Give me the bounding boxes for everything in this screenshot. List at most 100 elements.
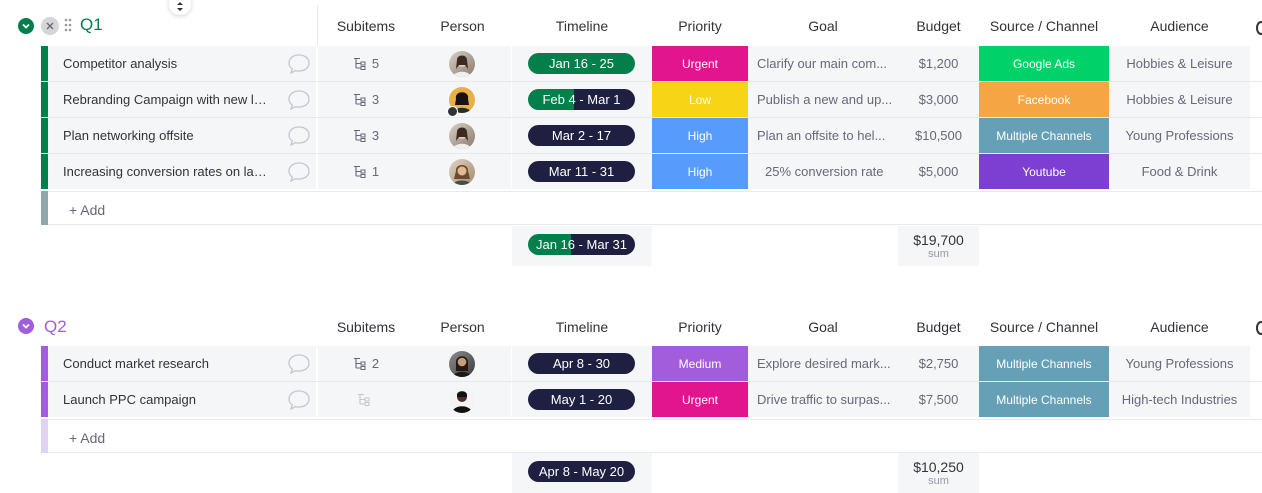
goal-cell[interactable]: Drive traffic to surpas... — [748, 382, 898, 417]
column-header-subitems[interactable]: Subitems — [318, 18, 414, 34]
budget-cell[interactable]: $1,200 — [898, 46, 979, 81]
budget-cell[interactable]: $10,500 — [898, 118, 979, 153]
item-name-cell[interactable]: Conduct market research — [48, 346, 316, 381]
add-item-button[interactable]: + Add — [69, 430, 105, 446]
add-item-row[interactable]: + Add — [41, 191, 1262, 225]
chat-bubble-icon[interactable] — [287, 353, 311, 375]
collapse-group-button[interactable] — [18, 318, 34, 334]
source-label[interactable]: Facebook — [979, 82, 1109, 117]
item-name[interactable]: Plan networking offsite — [63, 128, 270, 143]
chat-bubble-icon[interactable] — [287, 53, 311, 75]
avatar[interactable] — [449, 159, 475, 185]
audience-cell[interactable]: Young Professions — [1109, 346, 1250, 381]
timeline-pill[interactable]: Jan 16 - 25 — [528, 53, 635, 74]
priority-label[interactable]: Urgent — [652, 46, 748, 81]
chat-bubble-icon[interactable] — [287, 161, 311, 183]
table-row[interactable]: Competitor analysis 5 Jan 16 - 25 Urgent… — [41, 46, 1262, 82]
column-header-subitems[interactable]: Subitems — [318, 319, 414, 335]
goal-cell[interactable]: Plan an offsite to hel... — [748, 118, 898, 153]
source-label[interactable]: Multiple Channels — [979, 346, 1109, 381]
timeline-cell[interactable]: Jan 16 - 25 — [512, 46, 652, 81]
person-cell[interactable] — [414, 154, 511, 189]
timeline-cell[interactable]: Mar 2 - 17 — [512, 118, 652, 153]
chat-bubble-icon[interactable] — [287, 125, 311, 147]
collapse-group-button[interactable] — [18, 18, 34, 34]
column-header-priority[interactable]: Priority — [652, 18, 748, 34]
drag-handle-icon[interactable] — [63, 17, 73, 33]
item-name[interactable]: Competitor analysis — [63, 56, 270, 71]
subitems-cell[interactable]: 3 — [318, 118, 414, 153]
subitems-cell[interactable] — [318, 382, 414, 417]
column-header-budget[interactable]: Budget — [898, 18, 979, 34]
table-row[interactable]: Rebranding Campaign with new lo... 3 Feb… — [41, 82, 1262, 118]
person-cell[interactable] — [414, 346, 511, 381]
item-name[interactable]: Conduct market research — [63, 356, 270, 371]
timeline-cell[interactable]: Apr 8 - 30 — [512, 346, 652, 381]
table-row[interactable]: Launch PPC campaign May 1 - 20 Urgent Dr… — [41, 382, 1262, 417]
table-row[interactable]: Increasing conversion rates on lan... 1 … — [41, 154, 1262, 189]
avatar[interactable] — [449, 387, 475, 413]
table-row[interactable]: Plan networking offsite 3 Mar 2 - 17 Hig… — [41, 118, 1262, 154]
item-name-cell[interactable]: Plan networking offsite — [48, 118, 316, 153]
avatar[interactable] — [449, 51, 475, 77]
timeline-pill[interactable]: Feb 4 - Mar 1 — [528, 89, 635, 110]
goal-cell[interactable]: Explore desired mark... — [748, 346, 898, 381]
chat-bubble-icon[interactable] — [287, 389, 311, 411]
person-cell[interactable] — [414, 382, 511, 417]
person-cell[interactable] — [414, 82, 511, 117]
column-header-source[interactable]: Source / Channel — [979, 18, 1109, 34]
budget-cell[interactable]: $2,750 — [898, 346, 979, 381]
subitems-cell[interactable]: 5 — [318, 46, 414, 81]
goal-cell[interactable]: Publish a new and up... — [748, 82, 898, 117]
audience-cell[interactable]: Food & Drink — [1109, 154, 1250, 189]
item-name[interactable]: Launch PPC campaign — [63, 392, 270, 407]
avatar[interactable] — [449, 351, 475, 377]
priority-label[interactable]: Urgent — [652, 382, 748, 417]
collapse-all-button[interactable] — [41, 17, 59, 35]
group-title[interactable]: Q2 — [44, 317, 67, 337]
subitems-cell[interactable]: 3 — [318, 82, 414, 117]
chat-bubble-icon[interactable] — [287, 89, 311, 111]
avatar[interactable] — [449, 123, 475, 149]
priority-label[interactable]: Low — [652, 82, 748, 117]
column-header-budget[interactable]: Budget — [898, 319, 979, 335]
column-header-goal[interactable]: Goal — [748, 18, 898, 34]
person-cell[interactable] — [414, 118, 511, 153]
timeline-cell[interactable]: May 1 - 20 — [512, 382, 652, 417]
timeline-pill[interactable]: Apr 8 - 30 — [528, 353, 635, 374]
audience-cell[interactable]: Hobbies & Leisure — [1109, 46, 1250, 81]
add-item-row[interactable]: + Add — [41, 419, 1262, 453]
timeline-cell[interactable]: Mar 11 - 31 — [512, 154, 652, 189]
item-name-cell[interactable]: Rebranding Campaign with new lo... — [48, 82, 316, 117]
item-name-cell[interactable]: Increasing conversion rates on lan... — [48, 154, 316, 189]
add-column-icon[interactable] — [1256, 321, 1262, 335]
source-label[interactable]: Multiple Channels — [979, 382, 1109, 417]
column-header-audience[interactable]: Audience — [1109, 319, 1250, 335]
audience-cell[interactable]: High-tech Industries — [1109, 382, 1250, 417]
audience-cell[interactable]: Hobbies & Leisure — [1109, 82, 1250, 117]
item-name-cell[interactable]: Competitor analysis — [48, 46, 316, 81]
person-cell[interactable] — [414, 46, 511, 81]
column-header-timeline[interactable]: Timeline — [512, 18, 652, 34]
column-header-person[interactable]: Person — [414, 18, 511, 34]
add-column-icon[interactable] — [1256, 21, 1262, 35]
budget-cell[interactable]: $3,000 — [898, 82, 979, 117]
goal-cell[interactable]: 25% conversion rate — [748, 154, 898, 189]
column-header-goal[interactable]: Goal — [748, 319, 898, 335]
source-label[interactable]: Multiple Channels — [979, 118, 1109, 153]
item-name[interactable]: Increasing conversion rates on lan... — [63, 164, 270, 179]
column-header-timeline[interactable]: Timeline — [512, 319, 652, 335]
timeline-pill[interactable]: May 1 - 20 — [528, 389, 635, 410]
timeline-cell[interactable]: Feb 4 - Mar 1 — [512, 82, 652, 117]
column-header-priority[interactable]: Priority — [652, 319, 748, 335]
priority-label[interactable]: High — [652, 154, 748, 189]
budget-cell[interactable]: $7,500 — [898, 382, 979, 417]
column-header-source[interactable]: Source / Channel — [979, 319, 1109, 335]
budget-cell[interactable]: $5,000 — [898, 154, 979, 189]
group-title[interactable]: Q1 — [80, 15, 103, 35]
priority-label[interactable]: High — [652, 118, 748, 153]
subitems-cell[interactable]: 2 — [318, 346, 414, 381]
timeline-pill[interactable]: Mar 2 - 17 — [528, 125, 635, 146]
source-label[interactable]: Google Ads — [979, 46, 1109, 81]
column-header-person[interactable]: Person — [414, 319, 511, 335]
